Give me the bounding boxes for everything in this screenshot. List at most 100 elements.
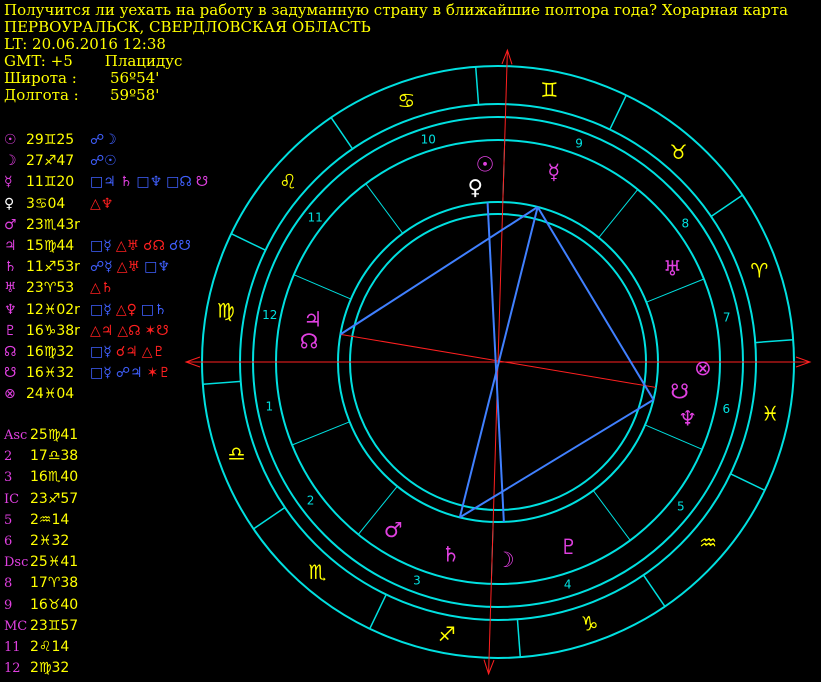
chart-header: Получится ли уехать на работу в задуманн… [4,2,788,104]
planet-glyph-wheel: ☿ [547,160,560,184]
cusp-label: MC [4,618,28,634]
aspect-entry: ☌☊ [143,237,165,254]
cusp-position: 16♏40 [30,469,79,486]
house-number: 11 [308,211,323,225]
cusp-label: 3 [4,470,13,486]
zodiac-sign-glyph: ♓ [761,401,779,425]
planet-glyph-wheel: ⊗ [694,356,712,380]
planet-glyph-wheel: ☉ [476,152,495,176]
aspect-entry: □☿ [90,365,112,382]
cusp-position: 17♈38 [30,575,79,592]
zodiac-sign-glyph: ♈ [750,258,768,282]
longitude: Долгота :59º58' [4,86,160,104]
planet-position: 27♐47 [26,153,75,170]
aspect-entry: △♅ [115,237,140,254]
cusp-label: Asc [4,428,28,443]
house-cusp-line [293,274,352,300]
cusp-position: 2♒14 [30,511,70,528]
planet-position: 16♍32 [26,343,75,360]
aspect-entry: ✶☋ [144,322,169,339]
planet-position: 24♓04 [26,386,75,403]
planet-position: 29♊25 [26,132,75,148]
house-system: Плацидус [104,52,183,70]
cusp-label: 12 [4,661,21,677]
cusp-label: 6 [4,533,13,549]
cusp-label: Dsc [4,555,29,571]
cusp-position: 2♍32 [30,660,70,677]
planet-glyph-wheel: ♀ [468,175,483,199]
planet-row: ⊗ 24♓04 [4,384,212,405]
house-cusp-line [598,189,639,238]
planet-position: 3♋04 [26,195,66,212]
planet-row: ☊ 16♍32 □☿ ☌♃ △♇ [4,342,212,363]
planet-glyph: ♂ [4,216,17,233]
zodiac-sign-glyph: ♑ [581,611,599,635]
planet-glyph: ♀ [4,195,15,212]
zodiac-sign-glyph: ♒ [699,531,717,555]
house-number: 8 [682,217,690,231]
planet-row: ☽ 27♐47 ☍☉ [4,151,212,172]
aspect-entry: ☍♃ [115,365,143,382]
aspect-entry: ✶♇ [146,365,171,382]
aspect-entry: ☋ [195,174,209,191]
cusp-label: IC [4,491,20,507]
cusp-row: 6 2♓32 [4,531,78,552]
cusp-position: 2♌14 [30,638,70,655]
cusp-row: Asc 25♍41 [4,425,78,446]
cusp-row: 9 16♉40 [4,595,78,616]
planet-glyph-wheel: ☋ [670,379,689,403]
planet-position: 11♊20 [26,174,75,191]
aspect-entry: ☍☿ [90,259,113,276]
cusp-row: 12 2♍32 [4,658,78,679]
aspect-entry: □♄ [140,301,167,318]
planet-position: 23♈53 [26,280,75,297]
cusp-position: 2♓32 [30,532,70,549]
aspect-entry: △♆ [90,195,114,212]
sign-boundary [730,473,766,491]
aspect-entry: ♄ [119,174,133,191]
planet-row: ☋ 16♓32 □☿ ☍♃ ✶♇ [4,363,212,384]
aspect-entry: □☿ [90,301,112,318]
planet-row: ☿ 11♊20 □♃ ♄ □♆ □☊ ☋ [4,172,212,193]
cusp-row: 3 16♏40 [4,467,78,488]
cusp-label: 2 [4,449,13,465]
planet-glyph: ⊗ [4,386,16,403]
aspect-entry: ☍☽ [90,132,117,148]
latitude: Широта :56º54' [4,69,160,87]
aspect-entry: □♆ [144,259,170,276]
planet-position: 16♑38r [26,322,80,339]
planet-row: ☉ 29♊25 ☍☽ [4,130,212,151]
planet-positions-list: ☉ 29♊25 ☍☽ ☽ 27♐47 ☍☉ ☿ 11♊20 □♃ ♄ □♆ □☊ ☋ ♀ 3♋04 △♆ ♂ 23… [4,130,212,405]
sign-boundary [710,194,743,218]
aspect-entry: □☿ [90,343,112,360]
aspect-entry: ☌☋ [169,237,191,254]
planet-glyph: ☉ [4,132,17,148]
zodiac-sign-glyph: ♌ [279,169,297,193]
planet-position: 11♐53r [26,259,80,276]
house-cusps-list: Asc 25♍41 2 17♎38 3 16♏40 IC 23♐57 5 2♒14 6 2♓32 Dsc… [4,425,78,679]
planet-row: ♃ 15♍44 □☿ △♅ ☌☊ ☌☋ [4,236,212,257]
planet-glyph: ♅ [4,280,17,297]
cusp-row: Dsc 25♓41 [4,552,78,573]
planet-glyph: ♆ [4,301,17,318]
aspect-entry: △♇ [141,343,166,360]
local-time: LT: 20.06.2016 12:38 [4,35,166,53]
zodiac-sign-glyph: ♏ [308,560,326,584]
planet-glyph-wheel: ☊ [300,330,319,354]
zodiac-sign-glyph: ♍ [217,299,235,323]
planet-position: 15♍44 [26,237,75,254]
house-cusp-line [291,421,350,446]
aspect-entry: △♄ [90,280,114,297]
cusp-label: 8 [4,576,13,592]
zodiac-sign-glyph: ♐ [438,622,456,646]
sign-boundary [253,506,286,530]
house-cusp-line [592,490,631,541]
sign-boundary [369,594,387,630]
planet-glyph-wheel: ♂ [384,518,403,542]
cusp-row: MC 23♊57 [4,616,78,637]
sign-boundary [330,117,354,150]
planet-glyph: ♄ [4,259,17,276]
zodiac-sign-glyph: ♎ [228,442,246,466]
aspect-entry: □☊ [166,174,192,191]
house-number: 1 [265,399,273,413]
